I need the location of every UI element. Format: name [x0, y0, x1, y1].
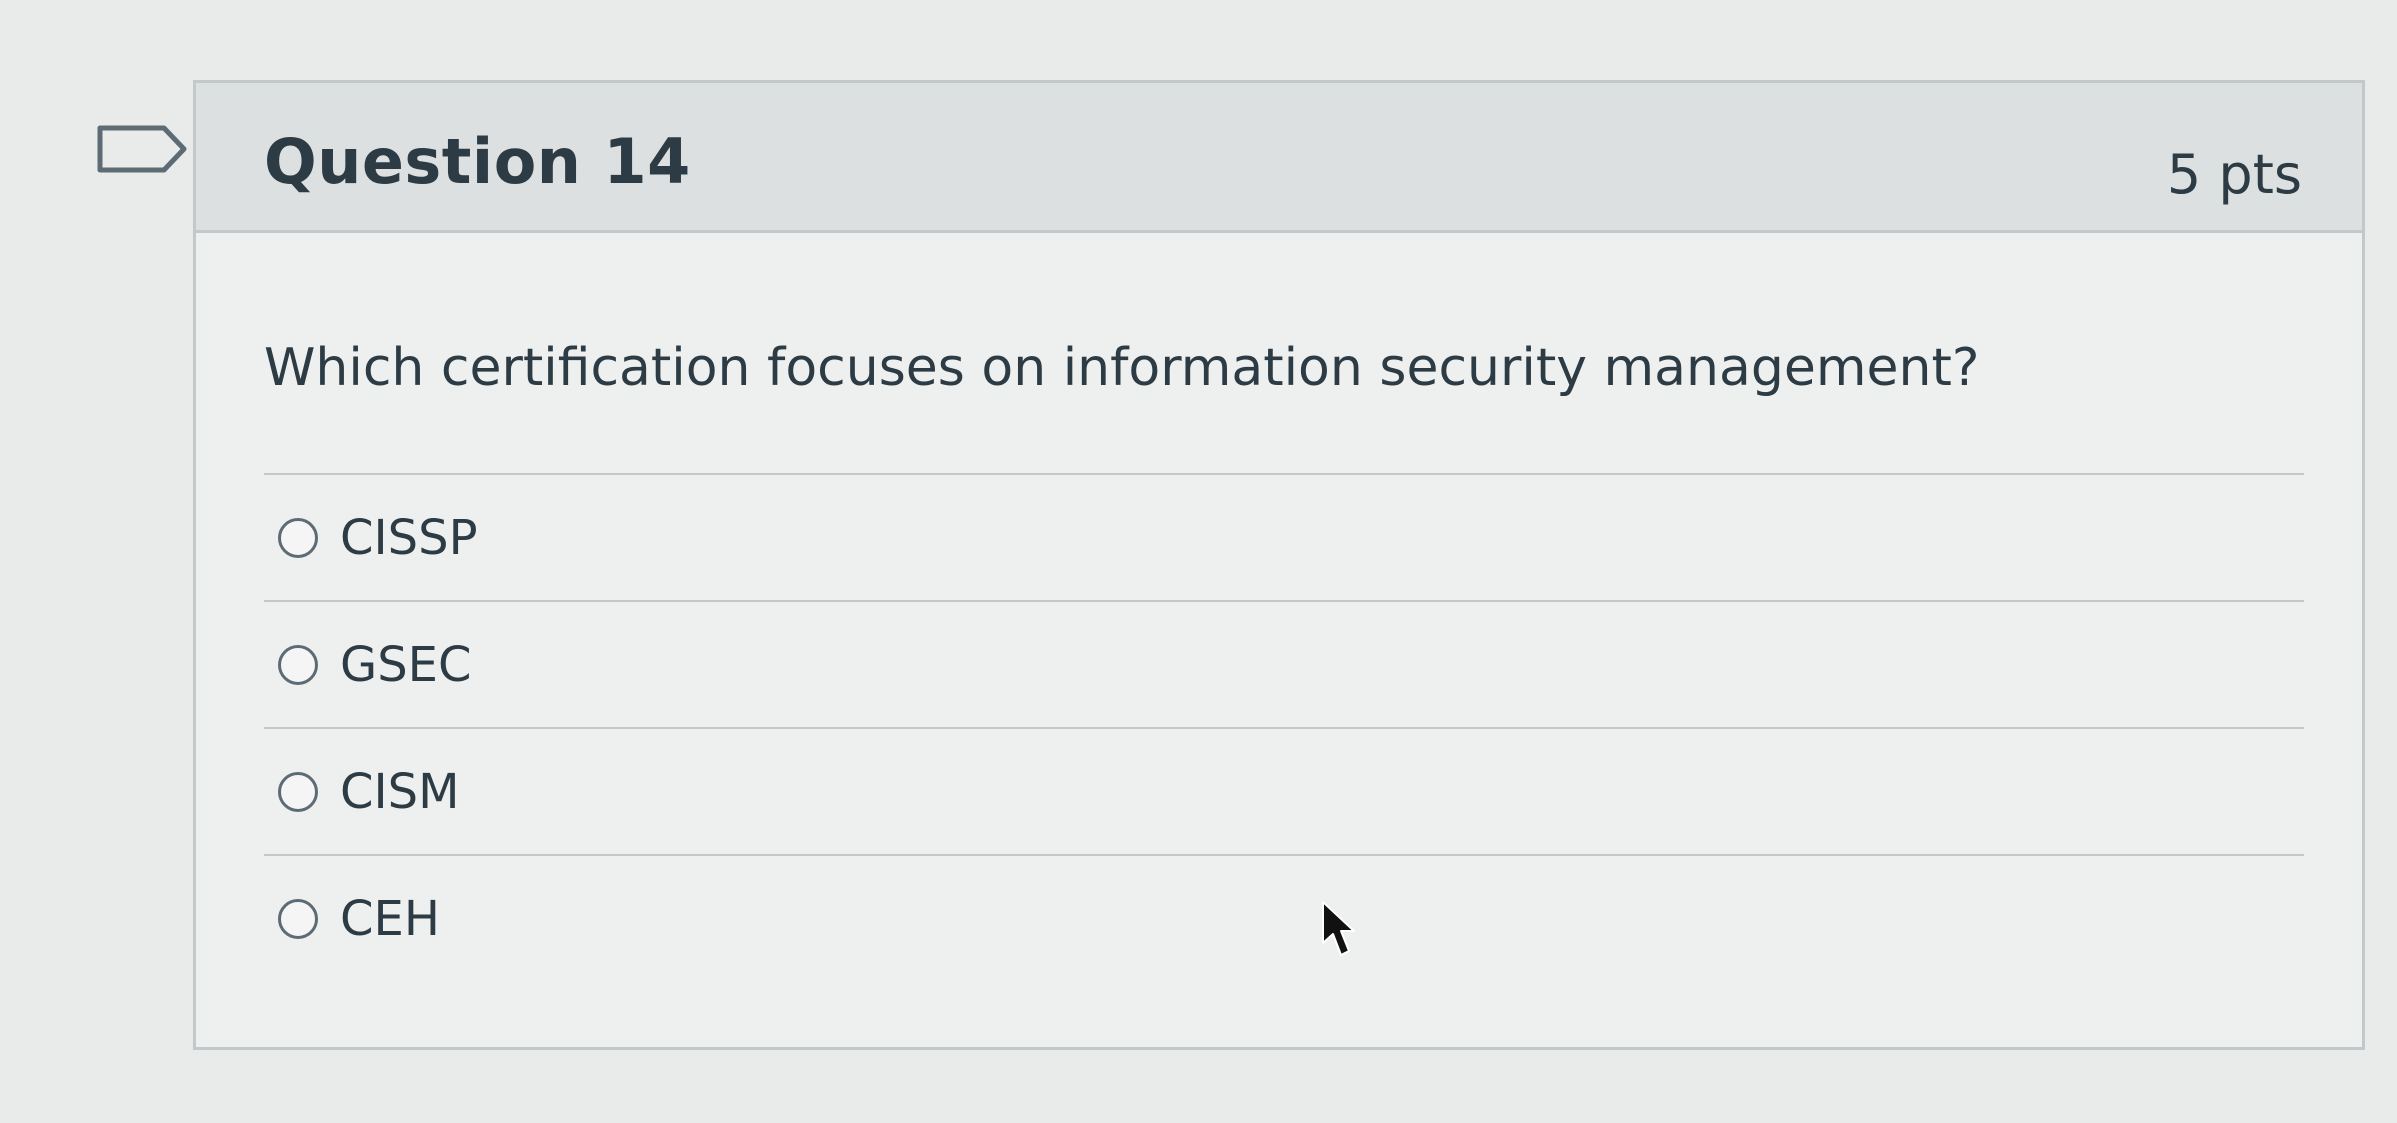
flag-question-icon[interactable]	[96, 124, 188, 174]
answer-list: CISSP GSEC CISM CEH	[264, 473, 2304, 981]
radio-button[interactable]	[278, 644, 318, 685]
question-title: Question 14	[264, 125, 691, 198]
radio-button[interactable]	[278, 517, 318, 558]
answer-label: CISSP	[340, 509, 478, 566]
question-card: Question 14 5 pts Which certification fo…	[193, 80, 2365, 1050]
radio-button[interactable]	[278, 898, 318, 939]
question-points: 5 pts	[2166, 143, 2302, 206]
answer-option-ceh[interactable]: CEH	[264, 854, 2304, 981]
answer-label: CISM	[340, 763, 460, 820]
answer-label: CEH	[340, 890, 440, 947]
answer-option-gsec[interactable]: GSEC	[264, 600, 2304, 727]
question-text: Which certification focuses on informati…	[264, 338, 1980, 398]
answer-option-cissp[interactable]: CISSP	[264, 473, 2304, 600]
question-header: Question 14 5 pts	[196, 83, 2362, 233]
radio-button[interactable]	[278, 771, 318, 812]
answer-label: GSEC	[340, 636, 472, 693]
answer-option-cism[interactable]: CISM	[264, 727, 2304, 854]
mouse-pointer-icon	[1322, 901, 1355, 956]
